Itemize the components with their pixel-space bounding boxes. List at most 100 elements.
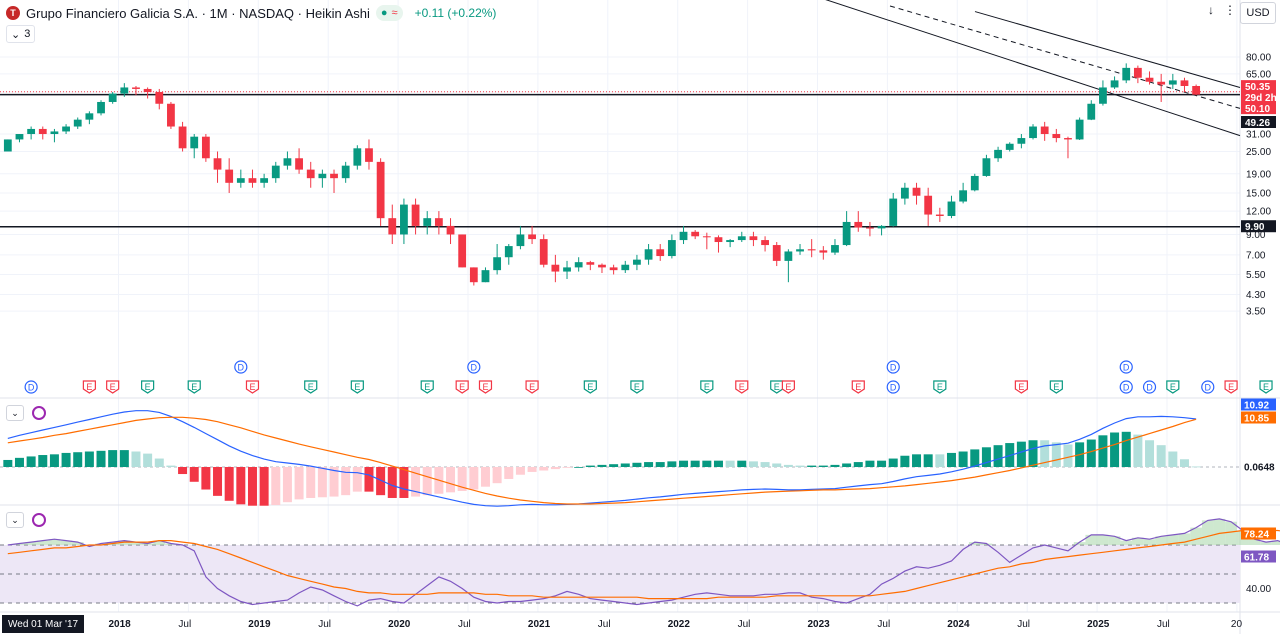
candle-body xyxy=(1122,67,1131,81)
dividend-badge-label: D xyxy=(238,363,245,373)
macd-histogram-bar xyxy=(644,462,654,467)
macd-histogram-bar xyxy=(224,467,234,501)
candle-body xyxy=(737,236,746,241)
candle-body xyxy=(446,225,455,235)
earnings-badge-label: E xyxy=(739,382,745,392)
macd-histogram-bar xyxy=(515,467,525,475)
macd-histogram-bar xyxy=(84,451,94,467)
macd-histogram-bar xyxy=(713,460,723,467)
earnings-badge-label: E xyxy=(587,382,593,392)
macd-histogram-bar xyxy=(853,462,863,467)
time-tick-label: Jul xyxy=(877,619,890,630)
macd-histogram-bar xyxy=(422,467,432,496)
macd-histogram-bar xyxy=(842,463,852,467)
price-tick-label: 3.50 xyxy=(1246,307,1266,318)
macd-settings-icon[interactable] xyxy=(32,406,46,420)
candle-body xyxy=(458,234,467,268)
macd-histogram-bar xyxy=(201,467,211,490)
rsi-collapse-button[interactable]: ⌄ xyxy=(6,512,24,528)
rsi-pane: 40.00 78.24 61.78 xyxy=(0,518,1280,607)
price-tag-text: 49.26 xyxy=(1245,118,1270,129)
earnings-badge-label: E xyxy=(1018,382,1024,392)
macd-histogram-bar xyxy=(900,455,910,467)
price-tick-label: 80.00 xyxy=(1246,53,1271,64)
macd-histogram-bar xyxy=(14,457,24,467)
macd-histogram-bar xyxy=(772,463,782,467)
macd-collapse-button[interactable]: ⌄ xyxy=(6,405,24,421)
macd-histogram-bar xyxy=(306,467,316,498)
macd-histogram-bar xyxy=(620,463,630,467)
macd-histogram-bar xyxy=(737,460,747,467)
macd-value-label: 10.92 xyxy=(1244,401,1269,412)
macd-histogram-bar xyxy=(539,467,549,471)
candle-body xyxy=(702,236,711,238)
macd-histogram-bar xyxy=(131,451,141,467)
rsi-settings-icon[interactable] xyxy=(32,513,46,527)
candle-body xyxy=(167,103,175,127)
macd-pane: 10.92 10.85 0.0648 xyxy=(0,398,1276,507)
status-pill[interactable]: ● ≈ xyxy=(375,5,403,21)
more-icon[interactable]: ⋮ xyxy=(1224,3,1236,17)
macd-histogram-bar xyxy=(574,467,584,468)
earnings-badge-label: E xyxy=(785,382,791,392)
price-tick-label: 65.00 xyxy=(1246,69,1271,80)
candle-body xyxy=(330,173,338,179)
macd-value-label: 0.0648 xyxy=(1244,463,1275,474)
time-tick-label: 2023 xyxy=(808,619,831,630)
macd-histogram-bar xyxy=(725,460,735,467)
candle-body xyxy=(481,270,490,283)
candle-body xyxy=(947,201,956,216)
price-tick-label: 12.00 xyxy=(1246,207,1271,218)
candle-body xyxy=(1040,126,1049,135)
candle-body xyxy=(108,93,117,102)
macd-histogram-bar xyxy=(247,467,257,506)
time-tick-label: 2024 xyxy=(947,619,970,630)
candle-body xyxy=(271,165,280,179)
symbol-title[interactable]: Grupo Financiero Galicia S.A. · 1M · NAS… xyxy=(26,6,370,21)
macd-histogram-bar xyxy=(1086,439,1096,467)
macd-histogram-bar xyxy=(213,467,223,496)
rsi-header: ⌄ xyxy=(6,512,46,528)
time-tick-label: 20 xyxy=(1231,619,1243,630)
candle-body xyxy=(621,264,630,271)
candle-body xyxy=(3,139,12,152)
indicator-count: 3 xyxy=(24,28,31,40)
macd-histogram-bar xyxy=(679,460,689,467)
macd-histogram-bar xyxy=(1028,440,1038,467)
macd-histogram-bar xyxy=(1168,451,1178,467)
currency-button[interactable]: USD xyxy=(1240,2,1276,24)
candle-body xyxy=(1099,87,1107,104)
indicators-toggle[interactable]: ⌄ 3 xyxy=(6,25,36,43)
macd-histogram-bar xyxy=(352,467,362,492)
macd-histogram-bar xyxy=(282,467,292,503)
macd-histogram-bar xyxy=(469,467,479,490)
candle-body xyxy=(609,267,618,271)
macd-histogram-bar xyxy=(1063,444,1073,467)
arrow-down-icon[interactable]: ↓ xyxy=(1208,3,1214,17)
earnings-badge-label: E xyxy=(354,382,360,392)
candle-body xyxy=(889,198,898,226)
macd-histogram-bar xyxy=(690,460,700,467)
candle-body xyxy=(866,227,874,229)
candle-body xyxy=(225,169,234,183)
macd-histogram-bar xyxy=(550,467,560,470)
chart-canvas[interactable]: 80.0065.0052.0031.0025.0019.0015.0012.00… xyxy=(0,0,1280,634)
candle-body xyxy=(73,119,82,127)
time-tick-label: Jul xyxy=(318,619,331,630)
macd-histogram-bar xyxy=(364,467,374,492)
macd-histogram-bar xyxy=(923,454,933,467)
candle-body xyxy=(1157,81,1166,85)
macd-histogram-bar xyxy=(492,467,502,484)
candle-body xyxy=(376,161,385,219)
candle-body xyxy=(411,204,420,226)
earnings-badge-label: E xyxy=(1170,382,1176,392)
macd-histogram-bar xyxy=(1121,431,1131,467)
candle-body xyxy=(493,257,502,271)
candle-body xyxy=(726,240,735,243)
candle-body xyxy=(143,88,152,93)
candle-body xyxy=(283,158,292,166)
candle-body xyxy=(388,218,397,235)
macd-histogram-bar xyxy=(271,467,281,506)
candle-body xyxy=(1005,143,1014,150)
candle-body xyxy=(912,187,921,196)
